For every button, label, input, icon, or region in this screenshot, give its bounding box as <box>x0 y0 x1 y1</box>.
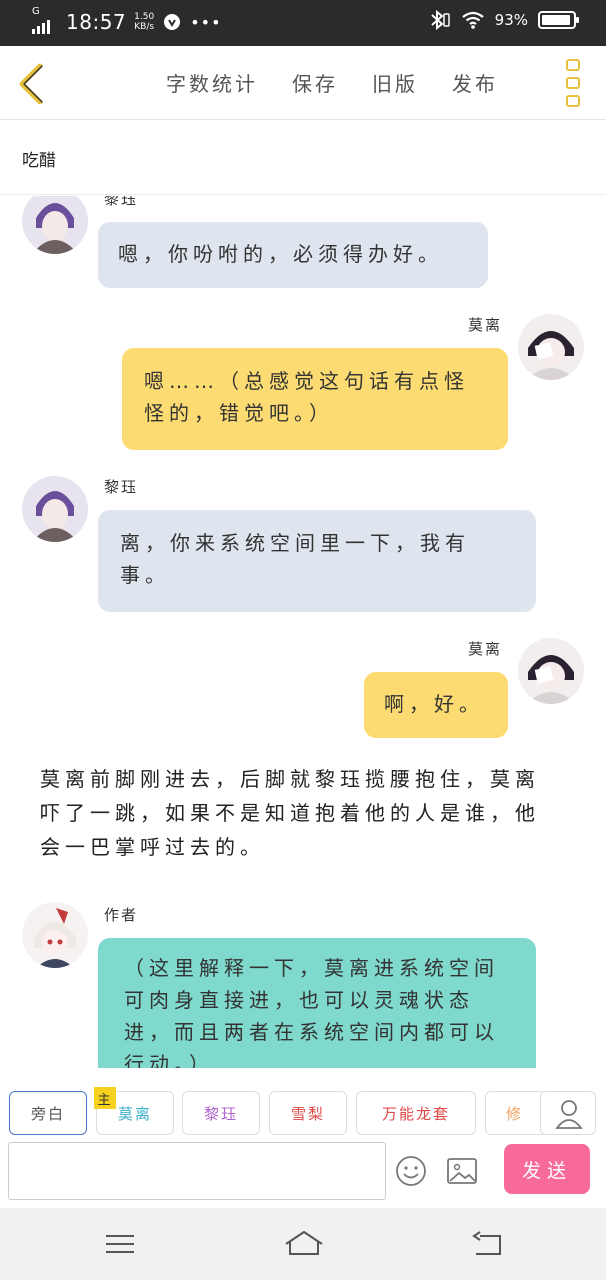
battery-percent: 93% <box>494 11 528 29</box>
more-notifications-icon: ••• <box>190 12 222 32</box>
role-lijue[interactable]: 黎珏 <box>182 1091 260 1135</box>
clock: 18:57 <box>66 10 127 34</box>
system-nav-bar <box>0 1208 606 1280</box>
word-count-button[interactable]: 字数统计 <box>166 68 258 97</box>
narration-text[interactable]: 莫离前脚刚进去，后脚就黎珏揽腰抱住，莫离吓了一跳，如果不是知道抱着他的人是谁，他… <box>40 762 560 864</box>
message-bubble[interactable]: 离，你来系统空间里一下，我有事。 <box>98 510 536 612</box>
role-xiu[interactable]: 修 <box>485 1091 547 1135</box>
manage-roles-button[interactable] <box>540 1091 596 1135</box>
role-xueli[interactable]: 雪梨 <box>269 1091 347 1135</box>
home-icon[interactable] <box>282 1228 326 1260</box>
old-version-button[interactable]: 旧版 <box>372 68 418 97</box>
role-narrator[interactable]: 旁白 <box>9 1091 87 1135</box>
emoji-icon[interactable] <box>394 1154 428 1188</box>
speaker-name: 黎珏 <box>104 478 139 496</box>
battery-icon <box>538 11 579 29</box>
main-character-badge: 主 <box>94 1087 116 1109</box>
speaker-name: 黎珏 <box>104 196 139 208</box>
avatar-moli[interactable] <box>518 314 584 380</box>
message-bubble[interactable]: （这里解释一下，莫离进系统空间可肉身直接进，也可以灵魂状态进，而且两者在系统空间… <box>98 938 536 1068</box>
message-bubble[interactable]: 嗯……（总感觉这句话有点怪怪的，错觉吧。） <box>122 348 508 450</box>
message-bubble[interactable]: 啊，好。 <box>364 672 508 738</box>
signal-icon: G <box>32 6 58 34</box>
publish-button[interactable]: 发布 <box>452 68 498 97</box>
save-button[interactable]: 保存 <box>292 68 338 97</box>
editor-toolbar: 字数统计 保存 旧版 发布 <box>0 46 606 120</box>
chat-area[interactable]: 黎珏 嗯，你吩咐的，必须得办好。 莫离 嗯……（总感觉这句话有点怪怪的，错觉吧。… <box>0 196 606 1068</box>
role-universal-extra[interactable]: 万能龙套 <box>356 1091 476 1135</box>
wifi-icon <box>461 11 484 29</box>
back-arrow-icon[interactable] <box>14 62 50 106</box>
speaker-name: 莫离 <box>468 640 503 658</box>
menu-icon[interactable] <box>100 1228 140 1260</box>
avatar-moli[interactable] <box>518 638 584 704</box>
composer: 发送 <box>0 1142 606 1206</box>
story-title: 吃醋 <box>22 151 56 171</box>
speaker-name: 作者 <box>104 906 139 924</box>
send-button[interactable]: 发送 <box>504 1144 590 1194</box>
message-input[interactable] <box>8 1142 386 1200</box>
more-menu-icon[interactable] <box>566 59 580 107</box>
story-title-bar[interactable]: 吃醋 <box>0 121 606 195</box>
network-speed: 1.50 KB/s <box>134 12 155 32</box>
status-bar: G 18:57 1.50 KB/s ••• 93% <box>0 0 606 46</box>
speaker-name: 莫离 <box>468 316 503 334</box>
avatar-author[interactable] <box>22 902 88 968</box>
avatar-lijue[interactable] <box>22 476 88 542</box>
bluetooth-icon <box>430 10 450 30</box>
chat-app-icon <box>164 14 181 30</box>
role-moli[interactable]: 主 莫离 <box>94 1087 174 1135</box>
image-icon[interactable] <box>446 1156 478 1186</box>
avatar-lijue[interactable] <box>22 196 88 254</box>
person-icon <box>555 1100 583 1129</box>
back-icon[interactable] <box>468 1228 508 1260</box>
role-selector: 旁白 主 莫离 黎珏 雪梨 万能龙套 修 <box>0 1084 606 1142</box>
message-bubble[interactable]: 嗯，你吩咐的，必须得办好。 <box>98 222 488 288</box>
